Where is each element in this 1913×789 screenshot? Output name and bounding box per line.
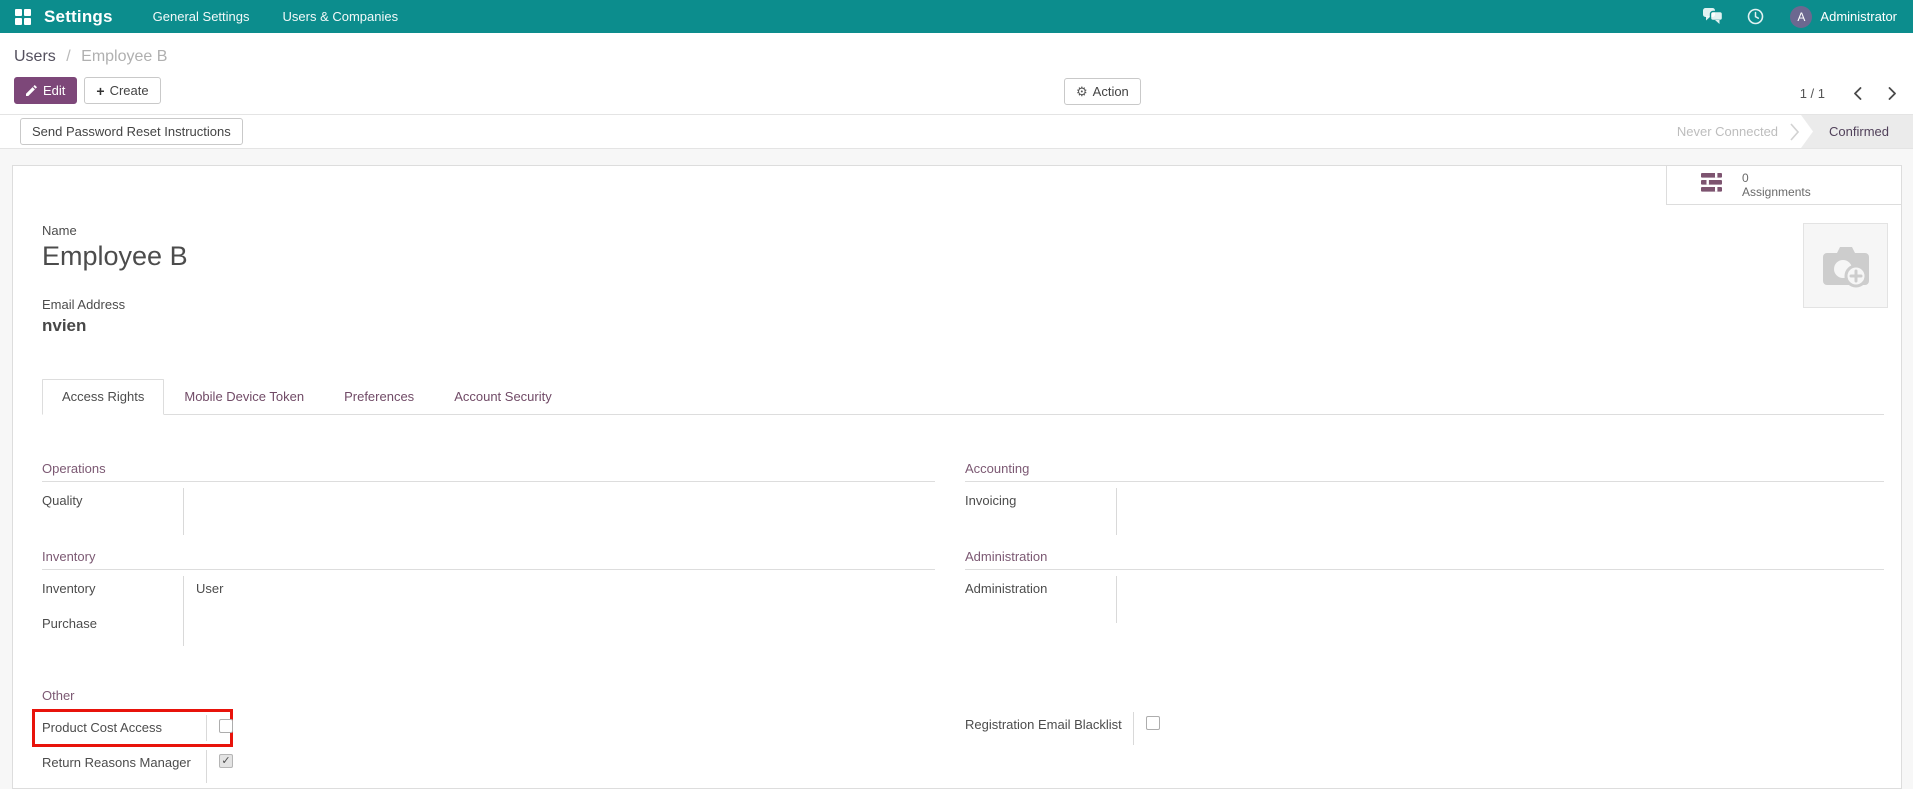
plus-icon: + (96, 83, 104, 99)
group-inventory-title: Inventory (42, 549, 935, 570)
field-value-purchase[interactable] (183, 611, 935, 646)
name-label: Name (42, 223, 1884, 238)
status-never-connected: Never Connected (1665, 115, 1790, 148)
create-button[interactable]: + Create (84, 77, 160, 104)
field-label-product-cost-access: Product Cost Access (42, 715, 206, 741)
name-field-block: Name Employee B (42, 223, 1884, 271)
control-panel: Users / Employee B Edit + Create ⚙ Actio… (0, 33, 1913, 115)
top-navbar: Settings General Settings Users & Compan… (0, 0, 1913, 33)
field-label-administration: Administration (965, 576, 1116, 623)
tab-account-security[interactable]: Account Security (434, 379, 572, 415)
highlight-box: Product Cost Access (32, 709, 233, 747)
field-value-inventory[interactable]: User (183, 576, 935, 611)
action-button[interactable]: ⚙ Action (1064, 78, 1141, 105)
email-field-block: Email Address nvien (42, 297, 1884, 336)
form-sheet: 0 Assignments Name Employee B Email Addr… (12, 165, 1902, 789)
pencil-icon (26, 85, 37, 96)
field-label-inventory: Inventory (42, 576, 183, 611)
apps-grid-icon[interactable] (15, 9, 31, 25)
user-image-placeholder (1803, 223, 1888, 308)
group-other: Other Product Cost Access (42, 688, 1884, 783)
field-label-purchase: Purchase (42, 611, 183, 646)
group-accounting-title: Accounting (965, 461, 1884, 482)
field-label-return-reasons-manager: Return Reasons Manager (42, 750, 206, 783)
breadcrumb-users-link[interactable]: Users (14, 48, 56, 65)
activities-clock-icon[interactable] (1747, 8, 1764, 25)
form-statusbar: Send Password Reset Instructions Never C… (0, 115, 1913, 149)
group-inventory: Inventory Inventory User Purchase (42, 549, 935, 646)
app-title[interactable]: Settings (44, 7, 113, 27)
group-accounting: Accounting Invoicing (965, 461, 1884, 535)
email-label: Email Address (42, 297, 1884, 312)
checkbox-product-cost-access[interactable] (219, 719, 233, 733)
tab-mobile-device-token[interactable]: Mobile Device Token (164, 379, 324, 415)
pager-previous-icon[interactable] (1853, 87, 1862, 100)
menu-users-companies[interactable]: Users & Companies (283, 9, 399, 24)
tab-access-rights[interactable]: Access Rights (42, 379, 164, 415)
group-administration: Administration Administration (965, 549, 1884, 623)
assignments-icon (1701, 173, 1722, 197)
field-value-quality[interactable] (183, 488, 935, 535)
breadcrumb-separator: / (66, 48, 70, 65)
notebook-tabs: Access Rights Mobile Device Token Prefer… (42, 378, 1884, 415)
gear-icon: ⚙ (1076, 84, 1088, 100)
status-arrow-icon (1790, 115, 1799, 148)
stat-value: 0 (1742, 171, 1811, 185)
group-operations: Operations Quality (42, 461, 935, 535)
group-operations-title: Operations (42, 461, 935, 482)
access-rights-panel: Operations Quality Inventory Inventory U… (42, 415, 1884, 783)
stat-label: Assignments (1742, 185, 1811, 199)
field-label-registration-email-blacklist: Registration Email Blacklist (965, 712, 1133, 745)
send-password-reset-button[interactable]: Send Password Reset Instructions (20, 118, 243, 145)
pager-count: 1 / 1 (1800, 86, 1825, 101)
field-label-invoicing: Invoicing (965, 488, 1116, 535)
group-administration-title: Administration (965, 549, 1884, 570)
email-value: nvien (42, 316, 1884, 336)
group-other-title: Other (42, 688, 1884, 708)
tab-preferences[interactable]: Preferences (324, 379, 434, 415)
assignments-stat-button[interactable]: 0 Assignments (1666, 166, 1901, 205)
edit-button[interactable]: Edit (14, 77, 77, 104)
user-name[interactable]: Administrator (1820, 9, 1897, 24)
user-avatar[interactable]: A (1790, 6, 1812, 28)
pager: 1 / 1 (1800, 86, 1897, 101)
checkbox-return-reasons-manager[interactable]: ✓ (219, 754, 233, 768)
field-value-invoicing[interactable] (1116, 488, 1884, 535)
pager-next-icon[interactable] (1888, 87, 1897, 100)
breadcrumb: Users / Employee B (14, 46, 1913, 68)
menu-general-settings[interactable]: General Settings (153, 9, 250, 24)
checkbox-registration-email-blacklist[interactable] (1146, 716, 1160, 730)
breadcrumb-current: Employee B (81, 48, 167, 65)
status-confirmed: Confirmed (1801, 115, 1913, 148)
field-label-quality: Quality (42, 488, 183, 535)
messages-icon[interactable] (1703, 8, 1723, 25)
camera-plus-icon (1820, 243, 1872, 289)
name-value: Employee B (42, 241, 1884, 271)
field-value-administration[interactable] (1116, 576, 1884, 623)
